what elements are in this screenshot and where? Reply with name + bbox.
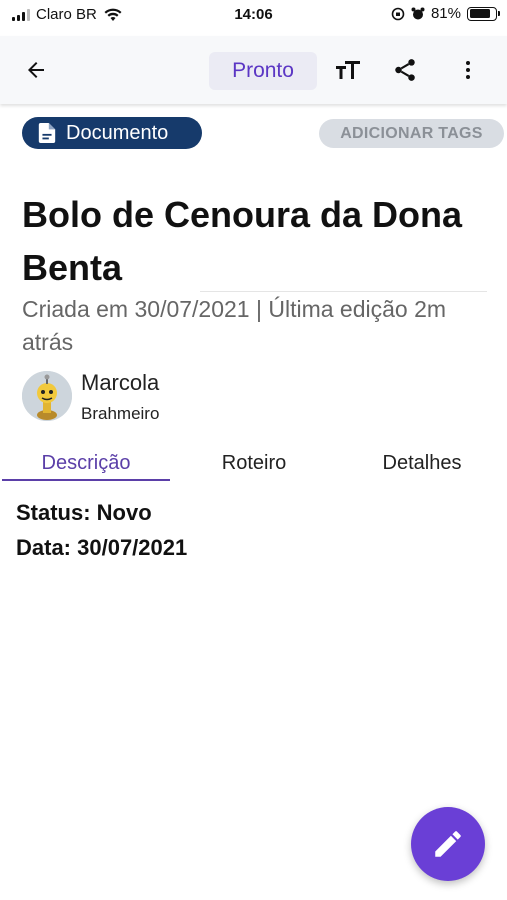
tab-bar: Descrição Roteiro Detalhes xyxy=(0,447,507,481)
recipe-meta: Criada em 30/07/2021 | Última edição 2m … xyxy=(22,296,447,355)
text-size-button[interactable] xyxy=(330,52,366,88)
battery-percent: 81% xyxy=(430,5,461,22)
share-button[interactable] xyxy=(387,52,423,88)
document-icon xyxy=(38,123,56,143)
active-tab-indicator xyxy=(2,479,170,481)
edit-fab-button[interactable] xyxy=(411,807,485,881)
description-panel: Status: Novo Data: 30/07/2021 xyxy=(16,495,187,565)
alarm-icon xyxy=(411,7,425,19)
more-options-button[interactable] xyxy=(450,52,486,88)
recipe-title: Bolo de Cenoura da Dona Benta xyxy=(22,194,463,288)
document-chip-label: Documento xyxy=(66,121,169,144)
document-type-chip[interactable]: Documento xyxy=(22,117,202,149)
rotation-lock-icon xyxy=(391,7,405,20)
status-line: Status: Novo xyxy=(16,500,152,525)
tab-roteiro[interactable]: Roteiro xyxy=(170,447,338,481)
title-divider xyxy=(200,291,487,292)
back-arrow-icon xyxy=(28,62,44,78)
avatar[interactable] xyxy=(22,371,72,421)
top-toolbar: Pronto xyxy=(0,36,507,104)
share-icon xyxy=(395,59,415,81)
tab-descricao[interactable]: Descrição xyxy=(2,447,170,481)
text-size-icon xyxy=(336,61,360,79)
tab-detalhes[interactable]: Detalhes xyxy=(338,447,506,481)
author-role: Brahmeiro xyxy=(81,404,160,423)
more-vert-icon xyxy=(466,61,470,79)
add-tags-button[interactable]: ADICIONAR TAGS xyxy=(319,119,504,148)
author-name: Marcola xyxy=(81,370,160,395)
status-pronto-button[interactable]: Pronto xyxy=(209,52,317,90)
back-button[interactable] xyxy=(18,52,54,88)
status-bar: Claro BR 14:06 81% xyxy=(0,0,507,30)
avatar-image xyxy=(22,371,72,421)
battery-icon xyxy=(467,6,500,21)
pencil-edit-icon xyxy=(435,831,461,857)
date-line: Data: 30/07/2021 xyxy=(16,535,188,560)
status-right: 81% xyxy=(391,5,500,22)
